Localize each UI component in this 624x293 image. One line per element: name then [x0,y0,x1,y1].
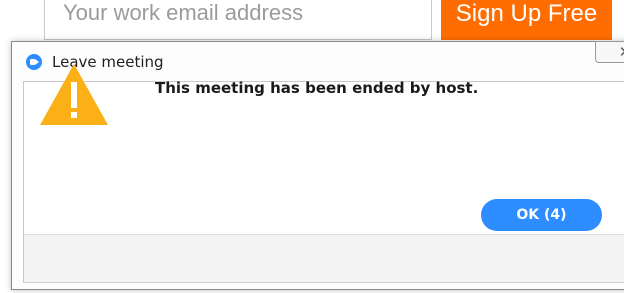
ok-button[interactable]: OK (4) [481,199,602,231]
dialog-body [23,81,624,283]
close-icon: ✕ [619,43,624,61]
email-field[interactable] [44,0,432,40]
warning-triangle-icon [40,64,108,125]
signup-label: Sign Up Free [455,0,598,27]
signup-button[interactable]: Sign Up Free [441,0,612,40]
dialog-message: This meeting has been ended by host. [155,79,479,97]
dialog-footer [24,234,624,282]
email-input[interactable] [45,0,431,39]
close-button[interactable]: ✕ [595,41,624,63]
